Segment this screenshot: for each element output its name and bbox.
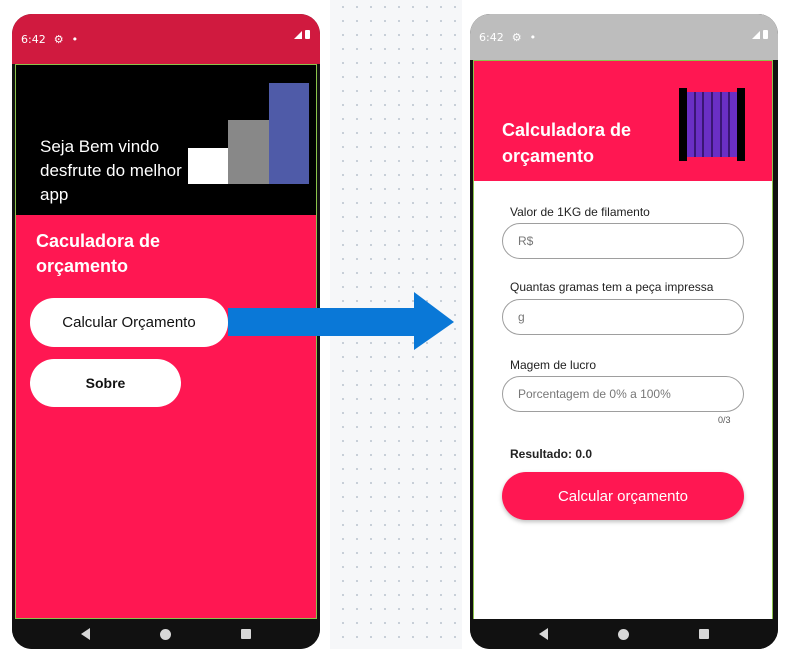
recent-apps-icon[interactable] bbox=[699, 629, 709, 639]
back-icon[interactable] bbox=[81, 628, 90, 640]
chart-bar-large bbox=[269, 83, 309, 184]
result-text: Resultado: 0.0 bbox=[510, 447, 593, 461]
nav-bar bbox=[470, 619, 778, 649]
gear-icon: ⚙ bbox=[511, 30, 522, 44]
page-title: Calculadora de orçamento bbox=[502, 120, 632, 166]
signal-icon bbox=[294, 30, 302, 39]
phone-calculator-screen: 6:42 ⚙ • Calculadora de orçamento Valor … bbox=[470, 14, 778, 649]
header: Calculadora de orçamento bbox=[474, 61, 772, 181]
home-icon[interactable] bbox=[618, 628, 629, 640]
signal-icon bbox=[752, 30, 760, 39]
recent-apps-icon[interactable] bbox=[241, 629, 251, 639]
notification-dot-icon: • bbox=[71, 32, 79, 46]
gear-icon: ⚙ bbox=[53, 32, 64, 46]
home-icon[interactable] bbox=[160, 628, 171, 640]
status-time: 6:42 bbox=[479, 30, 504, 44]
battery-icon bbox=[763, 30, 768, 39]
valor-input[interactable]: R$ bbox=[502, 223, 744, 259]
welcome-text: Seja Bem vindo desfrute do melhor app bbox=[40, 137, 182, 204]
calcular-orcamento-button[interactable]: Calcular Orçamento bbox=[30, 298, 228, 347]
calcular-orcamento-button[interactable]: Calcular orçamento bbox=[502, 472, 744, 520]
nav-bar bbox=[12, 619, 320, 649]
chart-bar-medium bbox=[228, 120, 270, 184]
valor-label: Valor de 1KG de filamento bbox=[510, 205, 650, 219]
status-bar: 6:42 ⚙ • bbox=[12, 14, 320, 64]
status-time: 6:42 bbox=[21, 32, 46, 46]
page-title: Caculadora de orçamento bbox=[36, 231, 161, 276]
back-icon[interactable] bbox=[539, 628, 548, 640]
gramas-input[interactable]: g bbox=[502, 299, 744, 335]
calculator-app: Calculadora de orçamento Valor de 1KG de… bbox=[473, 60, 773, 620]
lucro-input[interactable]: Porcentagem de 0% a 100% bbox=[502, 376, 744, 412]
filament-spool-icon bbox=[679, 88, 745, 161]
gramas-label: Quantas gramas tem a peça impressa bbox=[510, 280, 714, 294]
battery-icon bbox=[305, 30, 310, 39]
notification-dot-icon: • bbox=[529, 30, 537, 44]
char-counter: 0/3 bbox=[718, 415, 731, 425]
arrow-right-icon bbox=[228, 292, 454, 350]
sobre-button[interactable]: Sobre bbox=[30, 359, 181, 407]
status-bar: 6:42 ⚙ • bbox=[470, 14, 778, 60]
lucro-label: Magem de lucro bbox=[510, 358, 597, 372]
hero-banner: Seja Bem vindo desfrute do melhor app bbox=[16, 65, 316, 215]
chart-bar-small bbox=[188, 148, 230, 184]
